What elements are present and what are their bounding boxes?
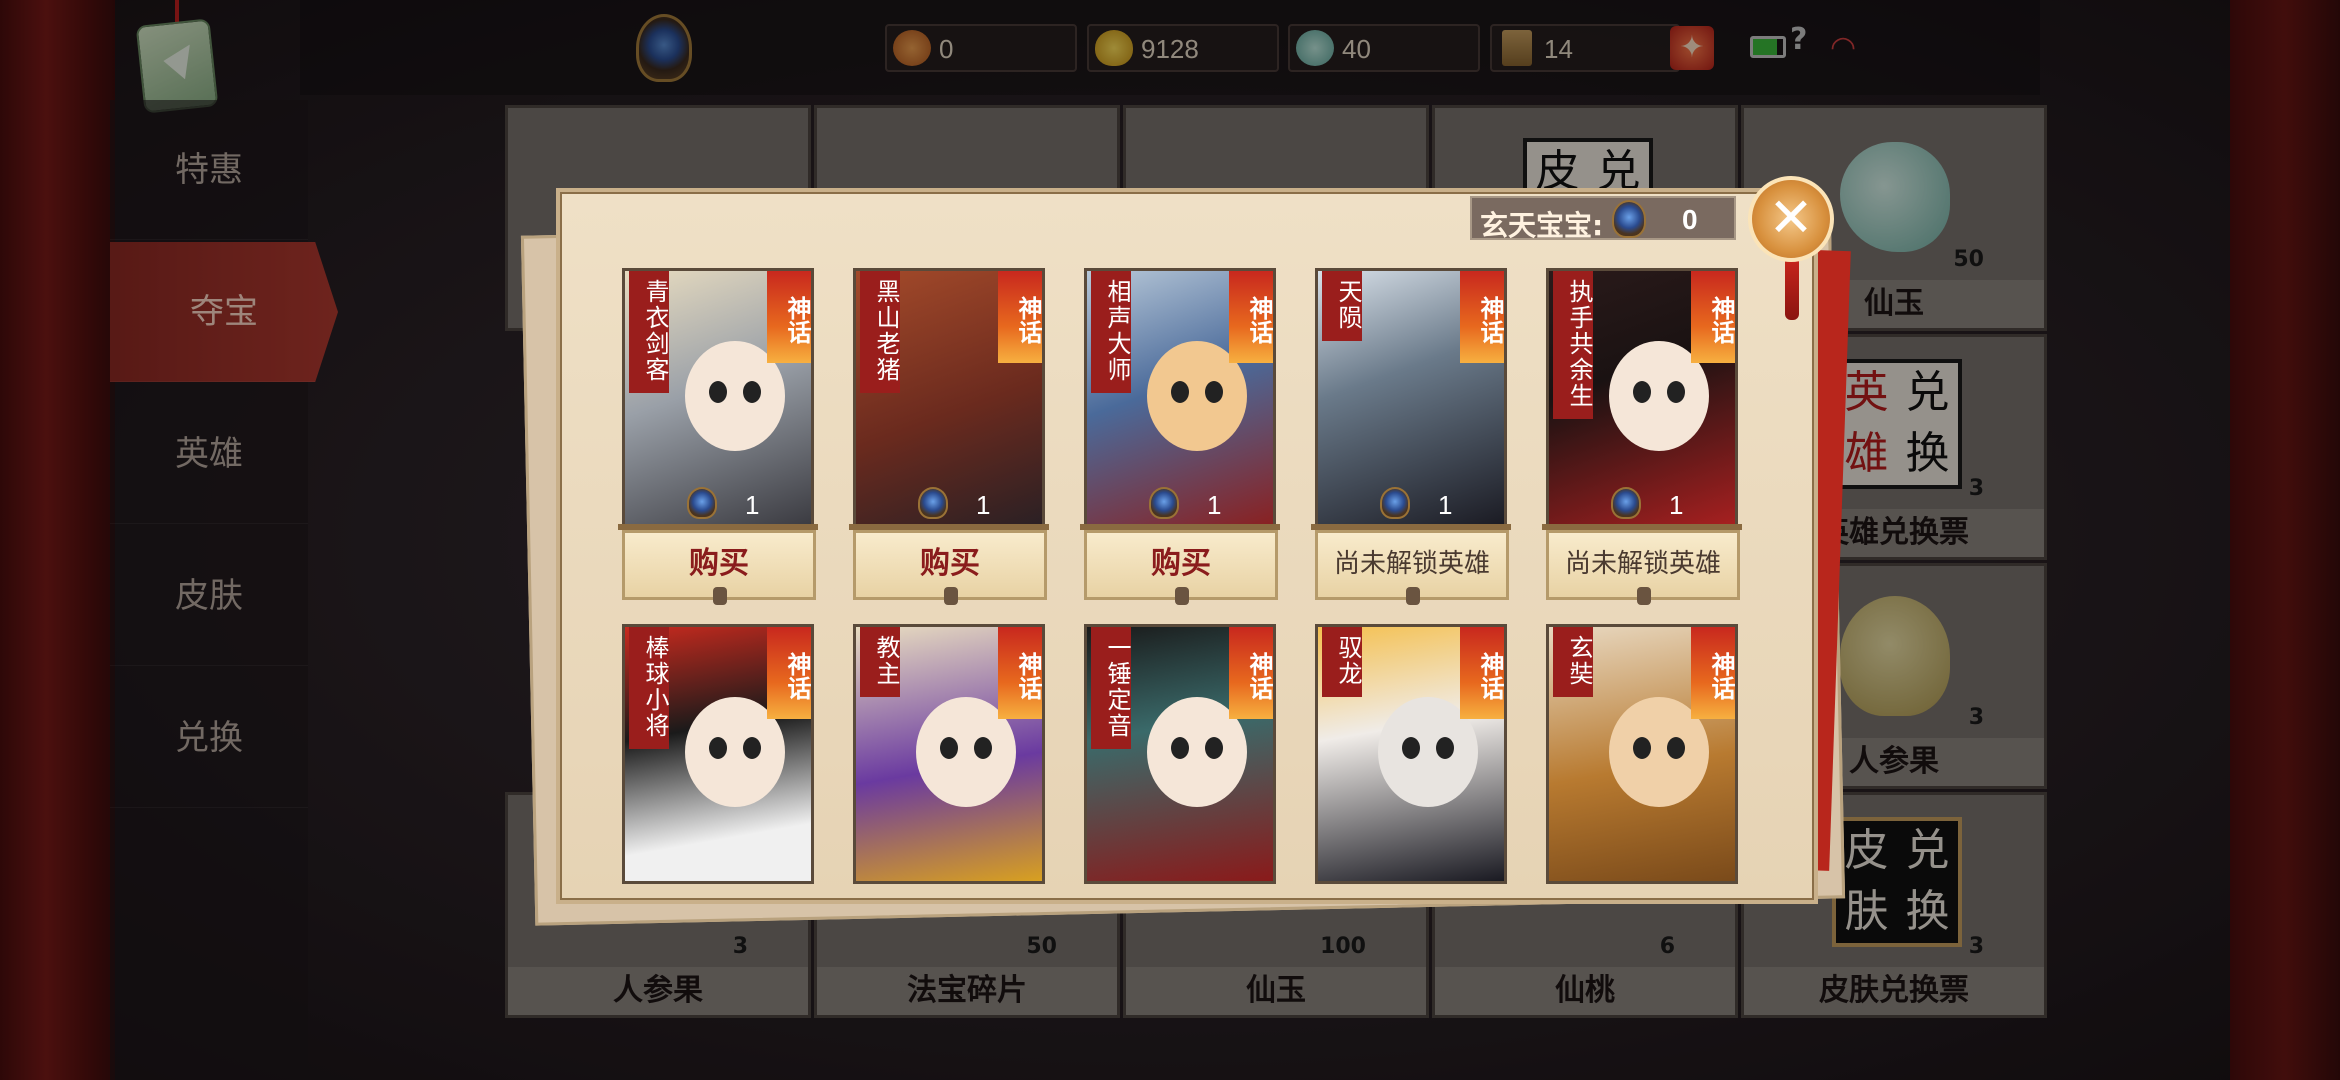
hero-card[interactable]: 教主 神话 xyxy=(853,624,1045,884)
knot-icon xyxy=(713,587,727,605)
currency-label: 玄天宝宝: xyxy=(1480,209,1604,242)
button-label: 尚未解锁英雄 xyxy=(1333,549,1490,579)
hero-card[interactable]: 青衣剑客 神话 1 xyxy=(622,268,814,530)
tier-badge: 神话 xyxy=(1229,271,1273,363)
button-label: 尚未解锁英雄 xyxy=(1564,549,1721,579)
hero-name: 棒球小将 xyxy=(629,627,669,749)
tier-badge: 神话 xyxy=(767,271,811,363)
buy-button[interactable]: 购买 xyxy=(622,530,816,605)
price-qty: 1 xyxy=(1438,490,1453,520)
treasure-coin-icon xyxy=(918,487,948,519)
currency-display: 玄天宝宝: 0 xyxy=(1470,196,1736,242)
treasure-coin-icon xyxy=(1380,487,1410,519)
hero-card[interactable]: 天陨 神话 1 xyxy=(1315,268,1507,530)
hero-card[interactable]: 相声大师 神话 1 xyxy=(1084,268,1276,530)
tier-badge: 神话 xyxy=(998,271,1042,363)
button-label: 购买 xyxy=(1151,546,1211,581)
hero-name: 黑山老猪 xyxy=(860,271,900,393)
hero-card[interactable]: 玄奘 神话 xyxy=(1546,624,1738,884)
price-qty: 1 xyxy=(745,490,760,520)
hero-card[interactable]: 黑山老猪 神话 1 xyxy=(853,268,1045,530)
hero-name: 一锤定音 xyxy=(1091,627,1131,749)
treasure-coin-icon xyxy=(1149,487,1179,519)
hero-name: 相声大师 xyxy=(1091,271,1131,393)
tier-badge: 神话 xyxy=(1460,271,1504,363)
price-qty: 1 xyxy=(1669,490,1684,520)
close-button[interactable]: ✕ xyxy=(1748,176,1834,262)
knot-icon xyxy=(1175,587,1189,605)
knot-icon xyxy=(1637,587,1651,605)
hero-name: 青衣剑客 xyxy=(629,271,669,393)
locked-hero-button[interactable]: 尚未解锁英雄 xyxy=(1546,530,1740,605)
buy-button[interactable]: 购买 xyxy=(1084,530,1278,605)
tier-badge: 神话 xyxy=(1691,271,1735,363)
hero-name: 天陨 xyxy=(1322,271,1362,341)
hero-card[interactable]: 驭龙 神话 xyxy=(1315,624,1507,884)
treasure-coin-icon xyxy=(687,487,717,519)
buy-button[interactable]: 购买 xyxy=(853,530,1047,605)
treasure-coin-icon xyxy=(1612,200,1646,238)
hero-card[interactable]: 一锤定音 神话 xyxy=(1084,624,1276,884)
button-label: 购买 xyxy=(689,546,749,581)
tier-badge: 神话 xyxy=(1229,627,1273,719)
game-screen: 0 9128 40 14 ✦ ? ◠ 特惠 夺宝 英雄 皮肤 兑换 皮 兑 50… xyxy=(0,0,2340,1080)
button-label: 购买 xyxy=(920,546,980,581)
hero-name: 玄奘 xyxy=(1553,627,1593,697)
tier-badge: 神话 xyxy=(1460,627,1504,719)
currency-value: 0 xyxy=(1682,204,1698,235)
hero-card[interactable]: 执手共余生 神话 1 xyxy=(1546,268,1738,530)
hero-name: 执手共余生 xyxy=(1553,271,1593,419)
hero-card[interactable]: 棒球小将 神话 xyxy=(622,624,814,884)
tier-badge: 神话 xyxy=(1691,627,1735,719)
tier-badge: 神话 xyxy=(998,627,1042,719)
hero-name: 驭龙 xyxy=(1322,627,1362,697)
knot-icon xyxy=(944,587,958,605)
price-qty: 1 xyxy=(976,490,991,520)
price-qty: 1 xyxy=(1207,490,1222,520)
treasure-coin-icon xyxy=(1611,487,1641,519)
tier-badge: 神话 xyxy=(767,627,811,719)
tassel-decoration xyxy=(1785,258,1799,320)
knot-icon xyxy=(1406,587,1420,605)
locked-hero-button[interactable]: 尚未解锁英雄 xyxy=(1315,530,1509,605)
hero-name: 教主 xyxy=(860,627,900,697)
